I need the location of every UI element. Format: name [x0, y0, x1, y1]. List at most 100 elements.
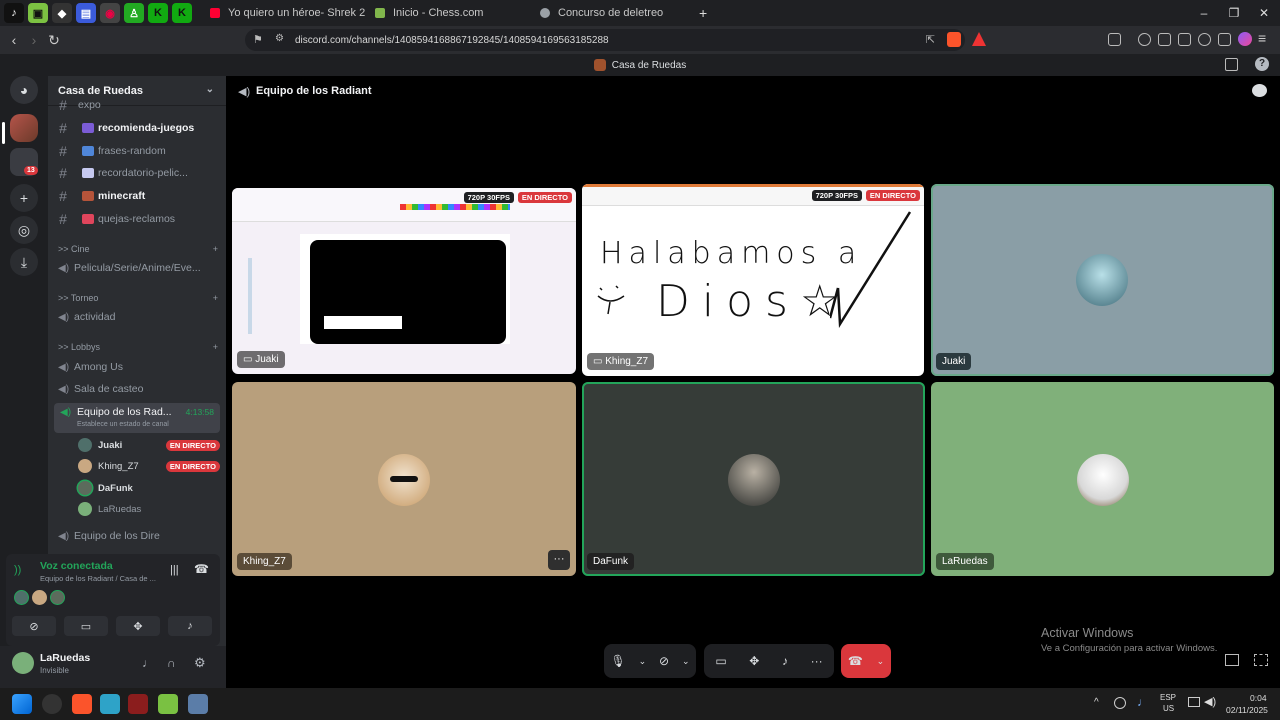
avatar[interactable]	[12, 652, 34, 674]
hang-up-icon[interactable]: ☎	[848, 654, 863, 668]
profile-icon[interactable]	[1238, 32, 1252, 46]
voice-channel-dire[interactable]: ◀) Equipo de los Dire	[58, 526, 218, 546]
voice-channel-among-us[interactable]: ◀) Among Us	[58, 357, 218, 377]
channel-minecraft[interactable]: # minecraft	[48, 186, 218, 206]
back-icon[interactable]: ‹	[4, 30, 24, 50]
volume-icon[interactable]: ◀)	[1204, 695, 1216, 708]
pinned-tab-icon[interactable]: ◉	[100, 3, 120, 23]
add-channel-icon[interactable]: +	[213, 244, 218, 254]
app-icon[interactable]	[42, 694, 62, 714]
screen-share-icon[interactable]: ▭	[64, 616, 108, 636]
clock-date[interactable]: 02/11/2025	[1226, 705, 1268, 715]
site-info-icon[interactable]: ⚙	[275, 33, 284, 44]
maximize-button[interactable]: ❐	[1218, 0, 1250, 26]
pinned-tab-icon[interactable]: ▤	[76, 3, 96, 23]
sidebar-icon[interactable]	[1158, 33, 1171, 46]
chevron-up-icon[interactable]: ^	[1094, 697, 1099, 708]
sync-icon[interactable]	[1114, 697, 1126, 709]
voice-channel-actividad[interactable]: ◀) actividad	[58, 307, 218, 327]
download-icon[interactable]: ⤓	[10, 248, 38, 276]
forward-icon[interactable]: ›	[24, 30, 44, 50]
minimize-button[interactable]: –	[1188, 0, 1220, 26]
bookmark-icon[interactable]: ⚑	[253, 33, 263, 46]
disconnect-icon[interactable]: ☎	[194, 562, 209, 576]
stream-tile[interactable]: 720P 30FPS EN DIRECTO ▭ Juaki	[232, 188, 576, 374]
calculator-icon[interactable]	[188, 694, 208, 714]
voice-user[interactable]: DaFunk	[78, 478, 220, 498]
settings-gear-icon[interactable]: ⚙	[194, 655, 206, 671]
microphone-icon[interactable]: 🎙︎	[610, 654, 625, 668]
language-indicator[interactable]: ESP	[1160, 693, 1176, 702]
more-options-icon[interactable]: ···	[548, 550, 570, 570]
url-field[interactable]: ⚑ ⚙ discord.com/channels/140859416886719…	[245, 29, 965, 51]
category-lobbys[interactable]: >> Lobbys +	[58, 342, 218, 352]
pinned-tab-icon[interactable]: ▣	[28, 3, 48, 23]
app-icon[interactable]	[100, 694, 120, 714]
explore-icon[interactable]: ◎	[10, 216, 38, 244]
signal-icon[interactable]: ))	[14, 564, 21, 576]
tab-spelling[interactable]: Concurso de deletreo	[530, 0, 695, 26]
screen-share-icon[interactable]: ▭	[715, 654, 726, 668]
participant-tile[interactable]: Juaki	[931, 184, 1274, 376]
ai-icon[interactable]	[1198, 33, 1211, 46]
soundboard-icon[interactable]: |||	[170, 564, 179, 576]
help-icon[interactable]: ?	[1255, 57, 1269, 71]
fullscreen-icon[interactable]	[1254, 654, 1268, 666]
participant-tile[interactable]: DaFunk	[582, 382, 925, 576]
add-channel-icon[interactable]: +	[213, 342, 218, 352]
music-icon[interactable]	[1138, 33, 1151, 46]
stream-tile[interactable]: Halabamos a Dios☆ 720P 30FPS EN DIRECTO …	[582, 184, 924, 376]
more-options-icon[interactable]: ···	[811, 654, 823, 668]
activities-icon[interactable]: ✥	[749, 654, 759, 668]
chevron-down-icon[interactable]: ⌄	[682, 656, 690, 667]
pinned-tab-icon[interactable]: K	[148, 3, 168, 23]
microphone-icon[interactable]: ♩	[1137, 695, 1149, 709]
chat-bubble-icon[interactable]	[1252, 84, 1267, 97]
voice-location[interactable]: Equipo de los Radiant / Casa de ...	[40, 574, 156, 583]
tab-youtube[interactable]: Yo quiero un héroe- Shrek 2/Amanda	[200, 0, 365, 26]
brave-rewards-icon[interactable]	[972, 32, 986, 46]
soundboard-icon[interactable]: ♪	[168, 616, 212, 636]
category-cine[interactable]: >> Cine +	[58, 244, 218, 254]
channel-status[interactable]: Establece un estado de canal	[77, 421, 169, 428]
pinned-tab-icon[interactable]: K	[172, 3, 192, 23]
voice-user[interactable]: Juaki EN DIRECTO	[78, 435, 220, 455]
user-name[interactable]: LaRuedas	[40, 652, 90, 664]
share-icon[interactable]: ⇱	[926, 33, 935, 46]
network-icon[interactable]	[1188, 697, 1200, 707]
microphone-icon[interactable]: ♩	[142, 656, 154, 670]
menu-icon[interactable]: ≡	[1258, 30, 1266, 46]
channel-expo[interactable]: # expo	[48, 100, 218, 110]
new-tab-button[interactable]: +	[699, 5, 707, 21]
participant-tile[interactable]: Khing_Z7 ···	[232, 382, 576, 576]
wallet-icon[interactable]	[1178, 33, 1191, 46]
active-voice-channel[interactable]: ◀) Equipo de los Rad... 4:13:58 Establec…	[54, 403, 220, 433]
app-icon[interactable]	[128, 694, 148, 714]
voice-user[interactable]: LaRuedas	[78, 499, 220, 519]
cast-icon[interactable]	[1108, 33, 1121, 46]
participant-tile[interactable]: LaRuedas	[931, 382, 1274, 576]
soundboard-icon[interactable]: ♪	[782, 654, 788, 668]
pinned-tab-icon[interactable]: ◆	[52, 3, 72, 23]
headphones-icon[interactable]: ∩	[167, 656, 176, 670]
channel-recordatorio[interactable]: # recordatorio-pelic...	[48, 163, 218, 183]
inbox-icon[interactable]	[1225, 58, 1238, 71]
camera-off-icon[interactable]: ⊘	[12, 616, 56, 636]
tiktok-icon[interactable]: ♪	[4, 3, 24, 23]
close-button[interactable]: ✕	[1248, 0, 1280, 26]
tab-chess[interactable]: Inicio - Chess.com	[365, 0, 530, 26]
voice-channel-cine[interactable]: ◀) Pelicula/Serie/Anime/Eve...	[58, 258, 218, 278]
vpn-icon[interactable]	[1218, 33, 1231, 46]
chevron-down-icon[interactable]: ⌄	[877, 656, 885, 667]
brave-shield-icon[interactable]	[947, 32, 961, 47]
add-channel-icon[interactable]: +	[213, 293, 218, 303]
region-indicator[interactable]: US	[1163, 704, 1174, 713]
voice-channel-sala-de-casteo[interactable]: ◀) Sala de casteo	[58, 379, 218, 399]
channel-quejas-reclamos[interactable]: # quejas-reclamos	[48, 209, 218, 229]
voice-status[interactable]: Voz conectada	[40, 560, 113, 572]
discord-home-icon[interactable]: ◕	[10, 76, 38, 104]
popout-icon[interactable]	[1225, 654, 1239, 666]
brave-browser-icon[interactable]	[72, 694, 92, 714]
server-casa-de-ruedas[interactable]	[10, 114, 38, 142]
activities-icon[interactable]: ✥	[116, 616, 160, 636]
